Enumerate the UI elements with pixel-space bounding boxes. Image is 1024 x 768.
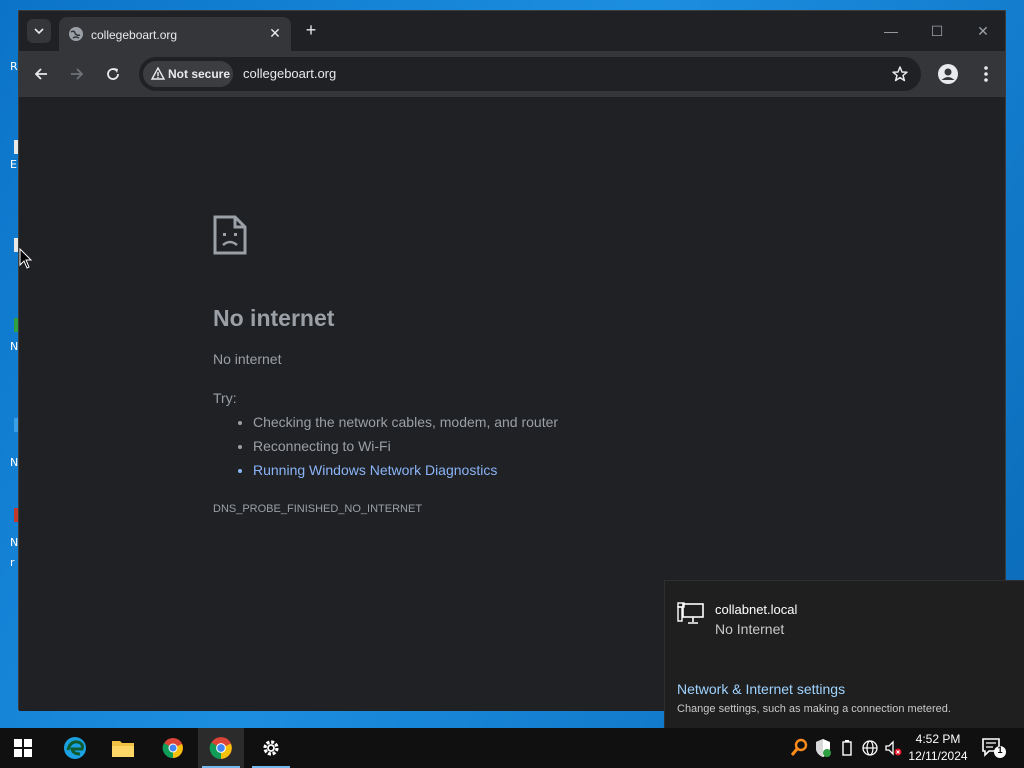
reload-button[interactable] [102, 63, 124, 85]
network-settings-link[interactable]: Network & Internet settings [677, 681, 845, 697]
chrome-icon [162, 738, 183, 759]
toolbar: Not secure collegeboart.org [19, 51, 1005, 97]
back-button[interactable] [30, 63, 52, 85]
gear-icon [263, 740, 279, 756]
network-name[interactable]: collabnet.local [715, 602, 797, 617]
folder-icon [112, 741, 134, 757]
sad-document-icon [213, 215, 247, 255]
back-arrow-icon [34, 68, 47, 80]
reload-icon [107, 68, 119, 80]
error-subtitle: No internet [213, 351, 282, 367]
desktop-icon-label[interactable]: N [10, 340, 18, 353]
ethernet-monitor-icon [677, 602, 704, 624]
taskbar-settings[interactable] [248, 728, 294, 768]
error-title: No internet [213, 305, 335, 331]
notification-count: 1 [997, 745, 1003, 755]
network-settings-description: Change settings, such as making a connec… [677, 703, 951, 715]
start-button[interactable] [0, 728, 46, 768]
suggestion-item: Reconnecting to Wi-Fi [253, 437, 558, 461]
volume-muted-icon[interactable] [884, 738, 902, 758]
taskbar-edge[interactable] [52, 728, 98, 768]
warning-icon [151, 67, 165, 80]
network-status: No Internet [715, 621, 785, 637]
forward-button[interactable] [66, 63, 88, 85]
security-shield-icon[interactable] [814, 738, 832, 758]
tab-active[interactable]: collegeboart.org ✕ [59, 17, 291, 51]
tab-strip: collegeboart.org ✕ + — ☐ ✕ [19, 11, 1005, 51]
close-window-button[interactable]: ✕ [963, 21, 1003, 41]
error-code: DNS_PROBE_FINISHED_NO_INTERNET [213, 503, 423, 515]
suggestion-list: Checking the network cables, modem, and … [233, 413, 558, 485]
desktop-icon-label[interactable]: R [10, 60, 18, 73]
search-magnifier-icon[interactable] [790, 738, 808, 758]
taskbar-chrome[interactable] [150, 728, 196, 768]
windows-logo-icon [14, 739, 32, 757]
clock-date[interactable]: 12/11/2024 [906, 749, 970, 763]
bookmark-star-icon[interactable] [891, 65, 909, 83]
taskbar: 4:52 PM 12/11/2024 1 [0, 728, 1024, 768]
taskbar-file-explorer[interactable] [100, 728, 146, 768]
minimize-button[interactable]: — [871, 21, 911, 41]
desktop-icon-label[interactable]: N [10, 456, 18, 469]
profile-icon[interactable] [937, 63, 959, 85]
security-label: Not secure [168, 67, 231, 81]
battery-device-icon[interactable] [838, 738, 856, 758]
address-bar[interactable]: Not secure collegeboart.org [139, 57, 921, 91]
chrome-icon [209, 737, 232, 759]
more-menu-icon[interactable] [975, 63, 997, 85]
try-label: Try: [213, 390, 237, 406]
network-globe-icon[interactable] [861, 738, 879, 758]
maximize-button[interactable]: ☐ [917, 21, 957, 41]
suggestion-item: Checking the network cables, modem, and … [253, 413, 558, 437]
forward-arrow-icon [71, 68, 84, 80]
security-chip[interactable]: Not secure [143, 61, 233, 87]
network-diagnostics-link[interactable]: Running Windows Network Diagnostics [253, 461, 558, 485]
url-text[interactable]: collegeboart.org [243, 66, 336, 81]
mouse-cursor-icon [19, 248, 33, 269]
taskbar-chrome-active[interactable] [198, 728, 244, 768]
desktop-icon-label[interactable]: r [10, 556, 15, 569]
chevron-down-icon [34, 28, 44, 35]
globe-icon [69, 27, 83, 41]
clock-time[interactable]: 4:52 PM [906, 732, 970, 746]
network-flyout: collabnet.local No Internet Network & In… [664, 580, 1024, 728]
new-tab-button[interactable]: + [301, 20, 321, 40]
edge-icon [64, 737, 86, 759]
desktop-icon-label[interactable]: E [10, 158, 17, 171]
tab-title: collegeboart.org [91, 28, 178, 42]
close-tab-icon[interactable]: ✕ [267, 25, 283, 41]
desktop-icon-label[interactable]: N [10, 536, 18, 549]
tab-search-button[interactable] [27, 19, 51, 43]
action-center-button[interactable]: 1 [980, 736, 1008, 760]
